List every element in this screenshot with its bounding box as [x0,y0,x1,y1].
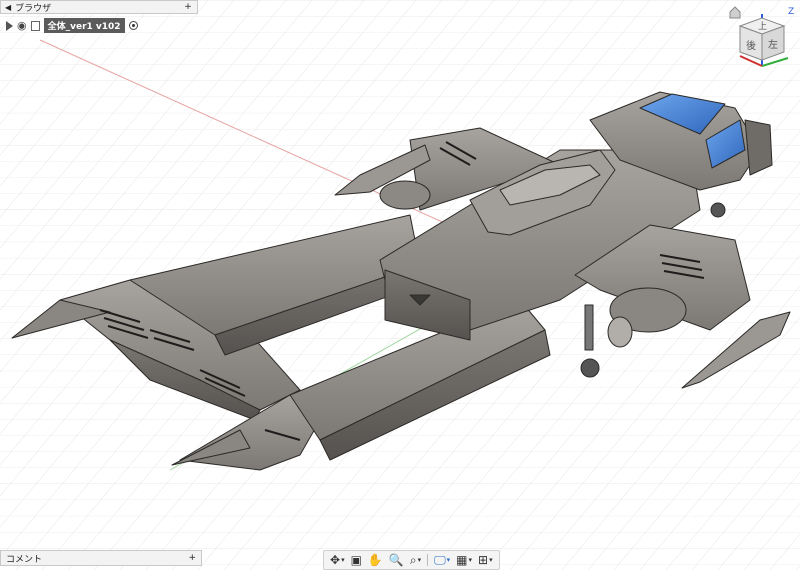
activate-radio-icon[interactable] [128,21,138,30]
3d-viewport[interactable] [0,0,800,570]
cube-front-label: 後 [746,39,756,52]
landing-gear-wheel [580,358,600,378]
home-view-icon[interactable] [729,6,741,19]
browser-panel-header[interactable]: ◀ ブラウザ + [0,0,198,14]
viewcube[interactable]: Z 上 後 左 [726,4,800,78]
right-engine-nozzle [607,316,633,348]
browser-title: ブラウザ [15,3,52,14]
collapse-arrow-icon[interactable]: ◀ [5,3,11,12]
document-icon [30,20,40,31]
pan-icon[interactable]: ✋ [368,553,383,567]
look-at-icon[interactable]: ▣ [351,553,362,567]
eye-icon[interactable]: ◉ [17,19,27,32]
expand-triangle-icon[interactable] [6,20,13,31]
fit-icon[interactable]: ⌕ ▾ [410,553,421,568]
landing-gear-strut [584,304,594,351]
browser-tree-row[interactable]: ◉ 全体_ver1 v102 [6,18,138,33]
grid-icon[interactable]: ▦ ▾ [456,553,472,567]
viewports-icon[interactable]: ⊞ ▾ [478,553,493,567]
z-axis-label: Z [788,7,794,17]
nose-tip [744,119,773,176]
cube-top-label: 上 [758,21,767,32]
upper-left-engine [379,180,431,210]
navigation-toolbar: ✥ ▾ ▣ ✋ 🔍 ⌕ ▾ 🖵 ▾ ▦ ▾ ⊞ ▾ [323,550,500,570]
add-comment-button[interactable]: + [188,553,196,563]
comment-title: コメント [6,554,43,565]
nose-gear-wheel [710,202,726,218]
display-settings-icon[interactable]: 🖵 ▾ [434,553,450,568]
y-axis-indicator [761,57,789,67]
component-name[interactable]: 全体_ver1 v102 [43,18,125,33]
cube-right-label: 左 [768,38,778,51]
orbit-icon[interactable]: ✥ ▾ [330,553,345,567]
zoom-icon[interactable]: 🔍 [389,553,404,567]
pin-button[interactable]: + [183,2,193,12]
comment-panel[interactable]: コメント + [0,550,202,566]
